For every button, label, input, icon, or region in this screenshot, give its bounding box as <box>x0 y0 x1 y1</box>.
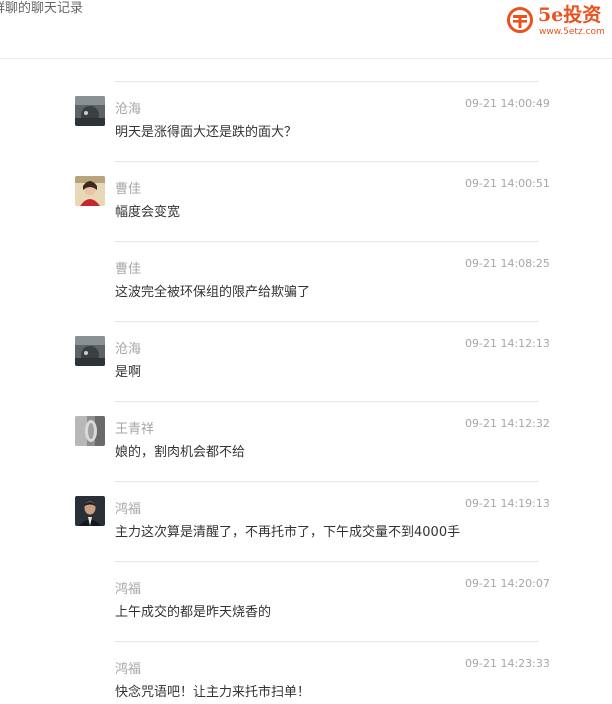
message-text: 明天是涨得面大还是跌的面大？ <box>115 125 298 140</box>
message-item: 鸿福 09-21 14:20:07 上午成交的都是昨天烧香的 <box>0 561 612 641</box>
page-title: 群聊的聊天记录 <box>0 1 84 16</box>
avatar-image <box>75 416 105 446</box>
message-item: 鸿福 09-21 14:19:13 主力这次算是清醒了，不再托市了，下午成交量不… <box>0 481 612 561</box>
sender-name: 沧海 <box>115 342 142 357</box>
message-timestamp: 09-21 14:23:33 <box>465 657 550 670</box>
message-timestamp: 09-21 14:08:25 <box>465 257 550 270</box>
gray-photo-avatar[interactable] <box>75 416 105 446</box>
message-item: 曹佳 09-21 14:08:25 这波完全被环保组的限产给欺骗了 <box>0 241 612 321</box>
message-item: 曹佳 09-21 14:00:51 幅度会变宽 <box>0 161 612 241</box>
message-text: 快念咒语吧！让主力来托市扫单！ <box>115 685 311 700</box>
avatar-image <box>75 96 105 126</box>
message-timestamp: 09-21 14:12:32 <box>465 417 550 430</box>
sender-name: 鸿福 <box>115 582 142 597</box>
sender-name: 鸿福 <box>115 502 142 517</box>
sea-photo-avatar[interactable] <box>75 96 105 126</box>
5e-logo-icon <box>507 7 533 33</box>
divider <box>115 161 539 162</box>
message-text: 幅度会变宽 <box>115 205 181 220</box>
message-item: 王青祥 09-21 14:12:32 娘的，割肉机会都不给 <box>0 401 612 481</box>
message-text: 是啊 <box>115 365 142 380</box>
avatar-image <box>75 496 105 526</box>
message-list: 沧海 09-21 14:00:49 明天是涨得面大还是跌的面大？ 曹佳 09-2… <box>0 81 612 704</box>
chat-history-window: 群聊的聊天记录 5e投资 www.5etz.com 沧海 09-21 14:00… <box>0 0 612 704</box>
message-timestamp: 09-21 14:20:07 <box>465 577 550 590</box>
message-text: 娘的，割肉机会都不给 <box>115 445 246 460</box>
sender-name: 曹佳 <box>115 182 142 197</box>
logo-name: 5e投资 <box>538 4 602 26</box>
message-timestamp: 09-21 14:00:51 <box>465 177 550 190</box>
divider <box>115 81 539 82</box>
divider <box>115 481 539 482</box>
sea-photo-avatar[interactable] <box>75 336 105 366</box>
message-text: 上午成交的都是昨天烧香的 <box>115 605 272 620</box>
message-timestamp: 09-21 14:00:49 <box>465 97 550 110</box>
divider <box>115 401 539 402</box>
sender-name: 王青祥 <box>115 422 155 437</box>
message-text: 这波完全被环保组的限产给欺骗了 <box>115 285 311 300</box>
sender-name: 鸿福 <box>115 662 142 677</box>
message-item: 沧海 09-21 14:12:13 是啊 <box>0 321 612 401</box>
message-item: 沧海 09-21 14:00:49 明天是涨得面大还是跌的面大？ <box>0 81 612 161</box>
header: 群聊的聊天记录 5e投资 www.5etz.com <box>0 0 612 59</box>
message-timestamp: 09-21 14:19:13 <box>465 497 550 510</box>
avatar-image <box>75 176 105 206</box>
divider <box>115 321 539 322</box>
message-text: 主力这次算是清醒了，不再托市了，下午成交量不到4000手 <box>115 525 461 540</box>
logo[interactable]: 5e投资 www.5etz.com <box>506 3 610 39</box>
woman-photo-avatar[interactable] <box>75 176 105 206</box>
avatar-image <box>75 336 105 366</box>
divider <box>115 241 539 242</box>
divider <box>115 641 539 642</box>
message-item: 鸿福 09-21 14:23:33 快念咒语吧！让主力来托市扫单！ <box>0 641 612 704</box>
sender-name: 曹佳 <box>115 262 142 277</box>
logo-url: www.5etz.com <box>539 27 605 37</box>
man-photo-avatar[interactable] <box>75 496 105 526</box>
message-timestamp: 09-21 14:12:13 <box>465 337 550 350</box>
divider <box>115 561 539 562</box>
sender-name: 沧海 <box>115 102 142 117</box>
